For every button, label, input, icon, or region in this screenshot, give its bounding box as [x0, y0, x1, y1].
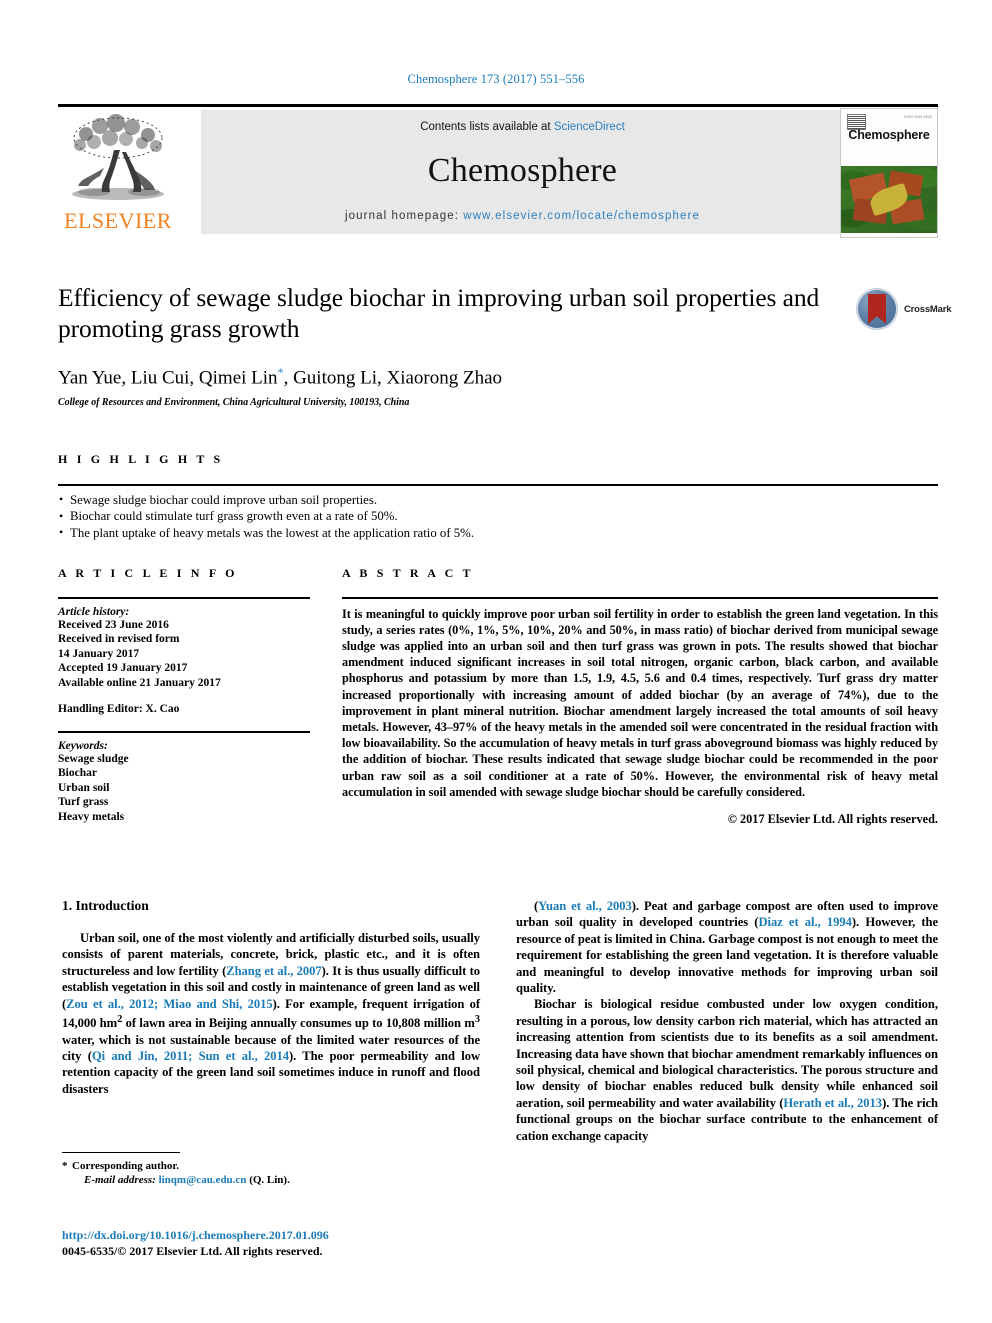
handling-editor: Handling Editor: X. Cao: [58, 703, 180, 716]
abstract-copyright: © 2017 Elsevier Ltd. All rights reserved…: [727, 812, 938, 827]
highlights-label: H I G H L I G H T S: [58, 452, 224, 466]
author-list: Yan Yue, Liu Cui, Qimei Lin*, Guitong Li…: [58, 365, 848, 389]
article-history-line: Received 23 June 2016: [58, 618, 169, 631]
cover-issn-text: ISSN 0045-6535: [904, 115, 932, 119]
list-item: Biochar could stimulate turf grass growt…: [58, 508, 938, 525]
keyword-item: Sewage sludge: [58, 752, 129, 765]
contents-lists-line: Contents lists available at ScienceDirec…: [201, 121, 844, 133]
keyword-item: Heavy metals: [58, 810, 125, 823]
email-label: E-mail address:: [84, 1174, 156, 1187]
author-names-head: Yan Yue, Liu Cui, Qimei Lin: [58, 367, 278, 389]
keyword-item: Turf grass: [58, 796, 109, 809]
elsevier-tree-icon: [72, 114, 164, 200]
page-title: Efficiency of sewage sludge biochar in i…: [58, 283, 820, 343]
crossmark-label: CrossMark: [904, 304, 952, 315]
keywords-rule: [58, 731, 310, 733]
crossmark-badge[interactable]: CrossMark: [856, 288, 952, 332]
elsevier-wordmark: ELSEVIER: [64, 208, 172, 233]
author-names-tail: , Guitong Li, Xiaorong Zhao: [283, 367, 503, 389]
journal-masthead: ELSEVIER Contents lists available at Sci…: [58, 108, 938, 238]
article-history-line: 14 January 2017: [58, 647, 140, 660]
footnote-star-marker: *: [62, 1160, 68, 1173]
cover-artwork: [841, 166, 937, 233]
masthead-top-rule: [58, 104, 938, 107]
homepage-prefix: journal homepage:: [345, 210, 464, 222]
keywords-title: Keywords:: [58, 739, 108, 752]
highlights-list: Sewage sludge biochar could improve urba…: [58, 491, 938, 542]
cover-journal-title: Chemosphere: [848, 128, 930, 142]
article-info-section: A R T I C L E I N F O Article history: R…: [58, 566, 310, 824]
article-history-line: Available online 21 January 2017: [58, 676, 221, 689]
contents-prefix: Contents lists available at: [420, 121, 554, 133]
journal-cover-thumbnail[interactable]: ISSN 0045-6535 Chemosphere: [840, 108, 938, 238]
paragraph: Urban soil, one of the most violently an…: [62, 931, 481, 1096]
footnote-corresponding-line: * Corresponding author.: [62, 1159, 480, 1173]
corresponding-author-footnote: * Corresponding author. E-mail address: l…: [62, 1152, 480, 1187]
journal-homepage-link[interactable]: www.elsevier.com/locate/chemosphere: [463, 210, 700, 222]
crossmark-icon: [856, 288, 898, 330]
running-head: Chemosphere 173 (2017) 551–556: [407, 72, 585, 86]
introduction-left-column: 1. Introduction Urban soil, one of the m…: [62, 898, 480, 1097]
introduction-right-column: (Yuan et al., 2003). Peat and garbage co…: [516, 898, 938, 1144]
footnote-email-line: E-mail address: linqm@cau.edu.cn (Q. Lin…: [62, 1173, 480, 1187]
issn-copyright-line: 0045-6535/© 2017 Elsevier Ltd. All right…: [62, 1244, 323, 1258]
paragraph: Biochar is biological residue combusted …: [516, 997, 939, 1143]
article-title-block: Efficiency of sewage sludge biochar in i…: [58, 282, 848, 408]
article-info-rule: [58, 597, 310, 599]
journal-homepage-line: journal homepage: www.elsevier.com/locat…: [201, 210, 844, 222]
footnote-corresponding-text: Corresponding author.: [72, 1160, 179, 1173]
email-owner: (Q. Lin).: [249, 1174, 290, 1187]
doi-block: http://dx.doi.org/10.1016/j.chemosphere.…: [62, 1228, 492, 1259]
journal-article-page: Chemosphere 173 (2017) 551–556 ELSEVIER …: [0, 0, 992, 1323]
keyword-item: Urban soil: [58, 781, 110, 794]
abstract-section: A B S T R A C T It is meaningful to quic…: [342, 566, 938, 827]
highlights-section: H I G H L I G H T S Sewage sludge biocha…: [58, 452, 938, 541]
article-history-line: Received in revised form: [58, 633, 180, 646]
abstract-rule: [342, 597, 938, 599]
journal-title: Chemosphere: [427, 152, 618, 189]
list-item: The plant uptake of heavy metals was the…: [58, 524, 938, 542]
journal-band: Contents lists available at ScienceDirec…: [201, 110, 844, 234]
section-heading-introduction: 1. Introduction: [62, 898, 149, 913]
keyword-item: Biochar: [58, 767, 97, 780]
list-item: Sewage sludge biochar could improve urba…: [58, 491, 938, 509]
doi-link[interactable]: http://dx.doi.org/10.1016/j.chemosphere.…: [62, 1228, 492, 1243]
paragraph: (Yuan et al., 2003). Peat and garbage co…: [516, 899, 939, 996]
author-affiliation: College of Resources and Environment, Ch…: [58, 397, 410, 409]
footnote-rule: [62, 1152, 180, 1154]
sciencedirect-link[interactable]: ScienceDirect: [554, 121, 625, 133]
elsevier-logo[interactable]: ELSEVIER: [58, 110, 178, 234]
email-link[interactable]: linqm@cau.edu.cn: [159, 1174, 247, 1186]
article-history-title: Article history:: [58, 605, 130, 618]
abstract-text: It is meaningful to quickly improve poor…: [342, 606, 938, 799]
abstract-label: A B S T R A C T: [342, 566, 474, 580]
article-info-label: A R T I C L E I N F O: [58, 566, 238, 580]
article-history-line: Accepted 19 January 2017: [58, 662, 188, 675]
cover-bottom-band: [841, 233, 937, 237]
highlights-rule: [58, 484, 938, 486]
